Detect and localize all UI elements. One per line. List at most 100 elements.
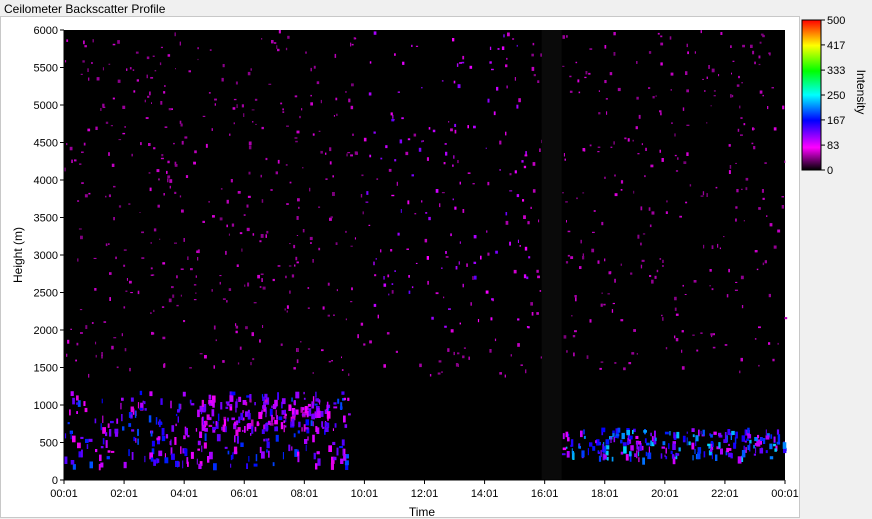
y-tick-label: 1000 (34, 400, 58, 412)
heatmap-cell (345, 318, 347, 321)
colorbar-tick-label: 83 (827, 140, 839, 152)
heatmap-cell (784, 160, 786, 163)
heatmap-cell (611, 456, 614, 462)
heatmap-cell (324, 422, 328, 427)
heatmap-cell (762, 94, 764, 97)
heatmap-cell (343, 397, 346, 401)
heatmap-cell (299, 115, 301, 119)
x-tick-label: 00:01 (50, 488, 78, 500)
heatmap-cell (301, 427, 303, 432)
heatmap-cell (307, 436, 309, 441)
heatmap-cell (100, 446, 104, 449)
heatmap-cell (81, 449, 83, 458)
heatmap-cell (261, 278, 263, 282)
y-axis: 0 500 1000 1500 2000 2500 3000 3500 4000 4500 5000… (34, 25, 65, 487)
heatmap-cell (691, 442, 695, 450)
heatmap-cell (333, 115, 335, 117)
heatmap-cell (735, 206, 738, 209)
heatmap-cell (276, 415, 278, 420)
heatmap-cell (157, 204, 160, 208)
heatmap-cell (473, 235, 477, 239)
heatmap-cell (231, 223, 235, 227)
heatmap-cell (112, 97, 115, 100)
heatmap-cell (122, 426, 125, 431)
heatmap-cell (213, 365, 215, 369)
heatmap-cell (203, 417, 205, 425)
heatmap-cell (610, 146, 613, 148)
heatmap-cell (459, 62, 462, 64)
heatmap-cell (144, 408, 147, 411)
heatmap-cell (312, 259, 314, 263)
heatmap-cell (203, 442, 207, 449)
heatmap-cell (341, 369, 344, 371)
heatmap-cell (633, 329, 636, 332)
heatmap-cell (222, 298, 226, 300)
heatmap-cell (227, 417, 229, 422)
heatmap-cell (350, 154, 353, 157)
heatmap-cell (603, 303, 606, 306)
heatmap-cell (180, 446, 182, 454)
heatmap-cell (635, 126, 638, 130)
heatmap-cell (713, 431, 717, 435)
heatmap-cell (620, 263, 622, 266)
heatmap-cell (213, 463, 217, 471)
x-tick-label: 02:01 (110, 488, 138, 500)
heatmap-cell (776, 429, 780, 435)
heatmap-cell (70, 328, 72, 330)
heatmap-cell (179, 120, 182, 124)
heatmap-cell (620, 451, 624, 455)
heatmap-cell (236, 398, 238, 402)
heatmap-cell (237, 191, 241, 194)
heatmap-cell (291, 418, 295, 427)
heatmap-cell (126, 278, 128, 281)
heatmap-cell (660, 453, 663, 459)
heatmap-cell (718, 432, 722, 437)
heatmap-cell (660, 112, 662, 116)
heatmap-cell (586, 355, 589, 359)
heatmap-cell (575, 297, 577, 302)
heatmap-cell (144, 455, 146, 463)
heatmap-cell (369, 340, 372, 344)
heatmap-cell (161, 154, 164, 157)
heatmap-cell (64, 456, 68, 464)
heatmap-cell (162, 262, 166, 265)
heatmap-cell (296, 348, 299, 352)
heatmap-cell (211, 409, 215, 417)
heatmap-cell (493, 111, 496, 116)
heatmap-cell (445, 256, 449, 258)
heatmap-cell (597, 151, 600, 153)
heatmap-cell (445, 251, 447, 254)
heatmap-cell (303, 397, 306, 400)
heatmap-cell (615, 433, 620, 437)
heatmap-cell (392, 114, 394, 119)
heatmap-cell (686, 43, 688, 48)
heatmap-cell (413, 133, 417, 137)
heatmap-cell (388, 293, 390, 296)
heatmap-cell (107, 423, 110, 428)
heatmap-cell (472, 183, 475, 185)
heatmap-cell (740, 117, 743, 119)
heatmap-cell (585, 71, 588, 75)
heatmap-cell (151, 102, 152, 104)
heatmap-cell (315, 463, 318, 470)
heatmap-cell (729, 165, 732, 169)
heatmap-cell (704, 90, 706, 92)
heatmap-cell (230, 179, 233, 183)
heatmap-cell (70, 460, 75, 465)
heatmap-cell (600, 361, 604, 363)
heatmap-cell (580, 239, 582, 244)
heatmap-cell (174, 242, 177, 244)
heatmap-cell (284, 413, 287, 416)
heatmap-cell (766, 215, 768, 217)
heatmap-cell (595, 440, 597, 444)
heatmap-cell (294, 409, 296, 417)
heatmap-cell (674, 335, 676, 339)
heatmap-cell (428, 216, 431, 221)
heatmap-cell (671, 454, 675, 459)
heatmap-cell (581, 450, 585, 458)
heatmap-cell (291, 446, 293, 451)
heatmap-cell (176, 275, 178, 279)
heatmap-cell (368, 92, 372, 96)
heatmap-cell (307, 403, 311, 407)
heatmap-cell (432, 129, 436, 133)
